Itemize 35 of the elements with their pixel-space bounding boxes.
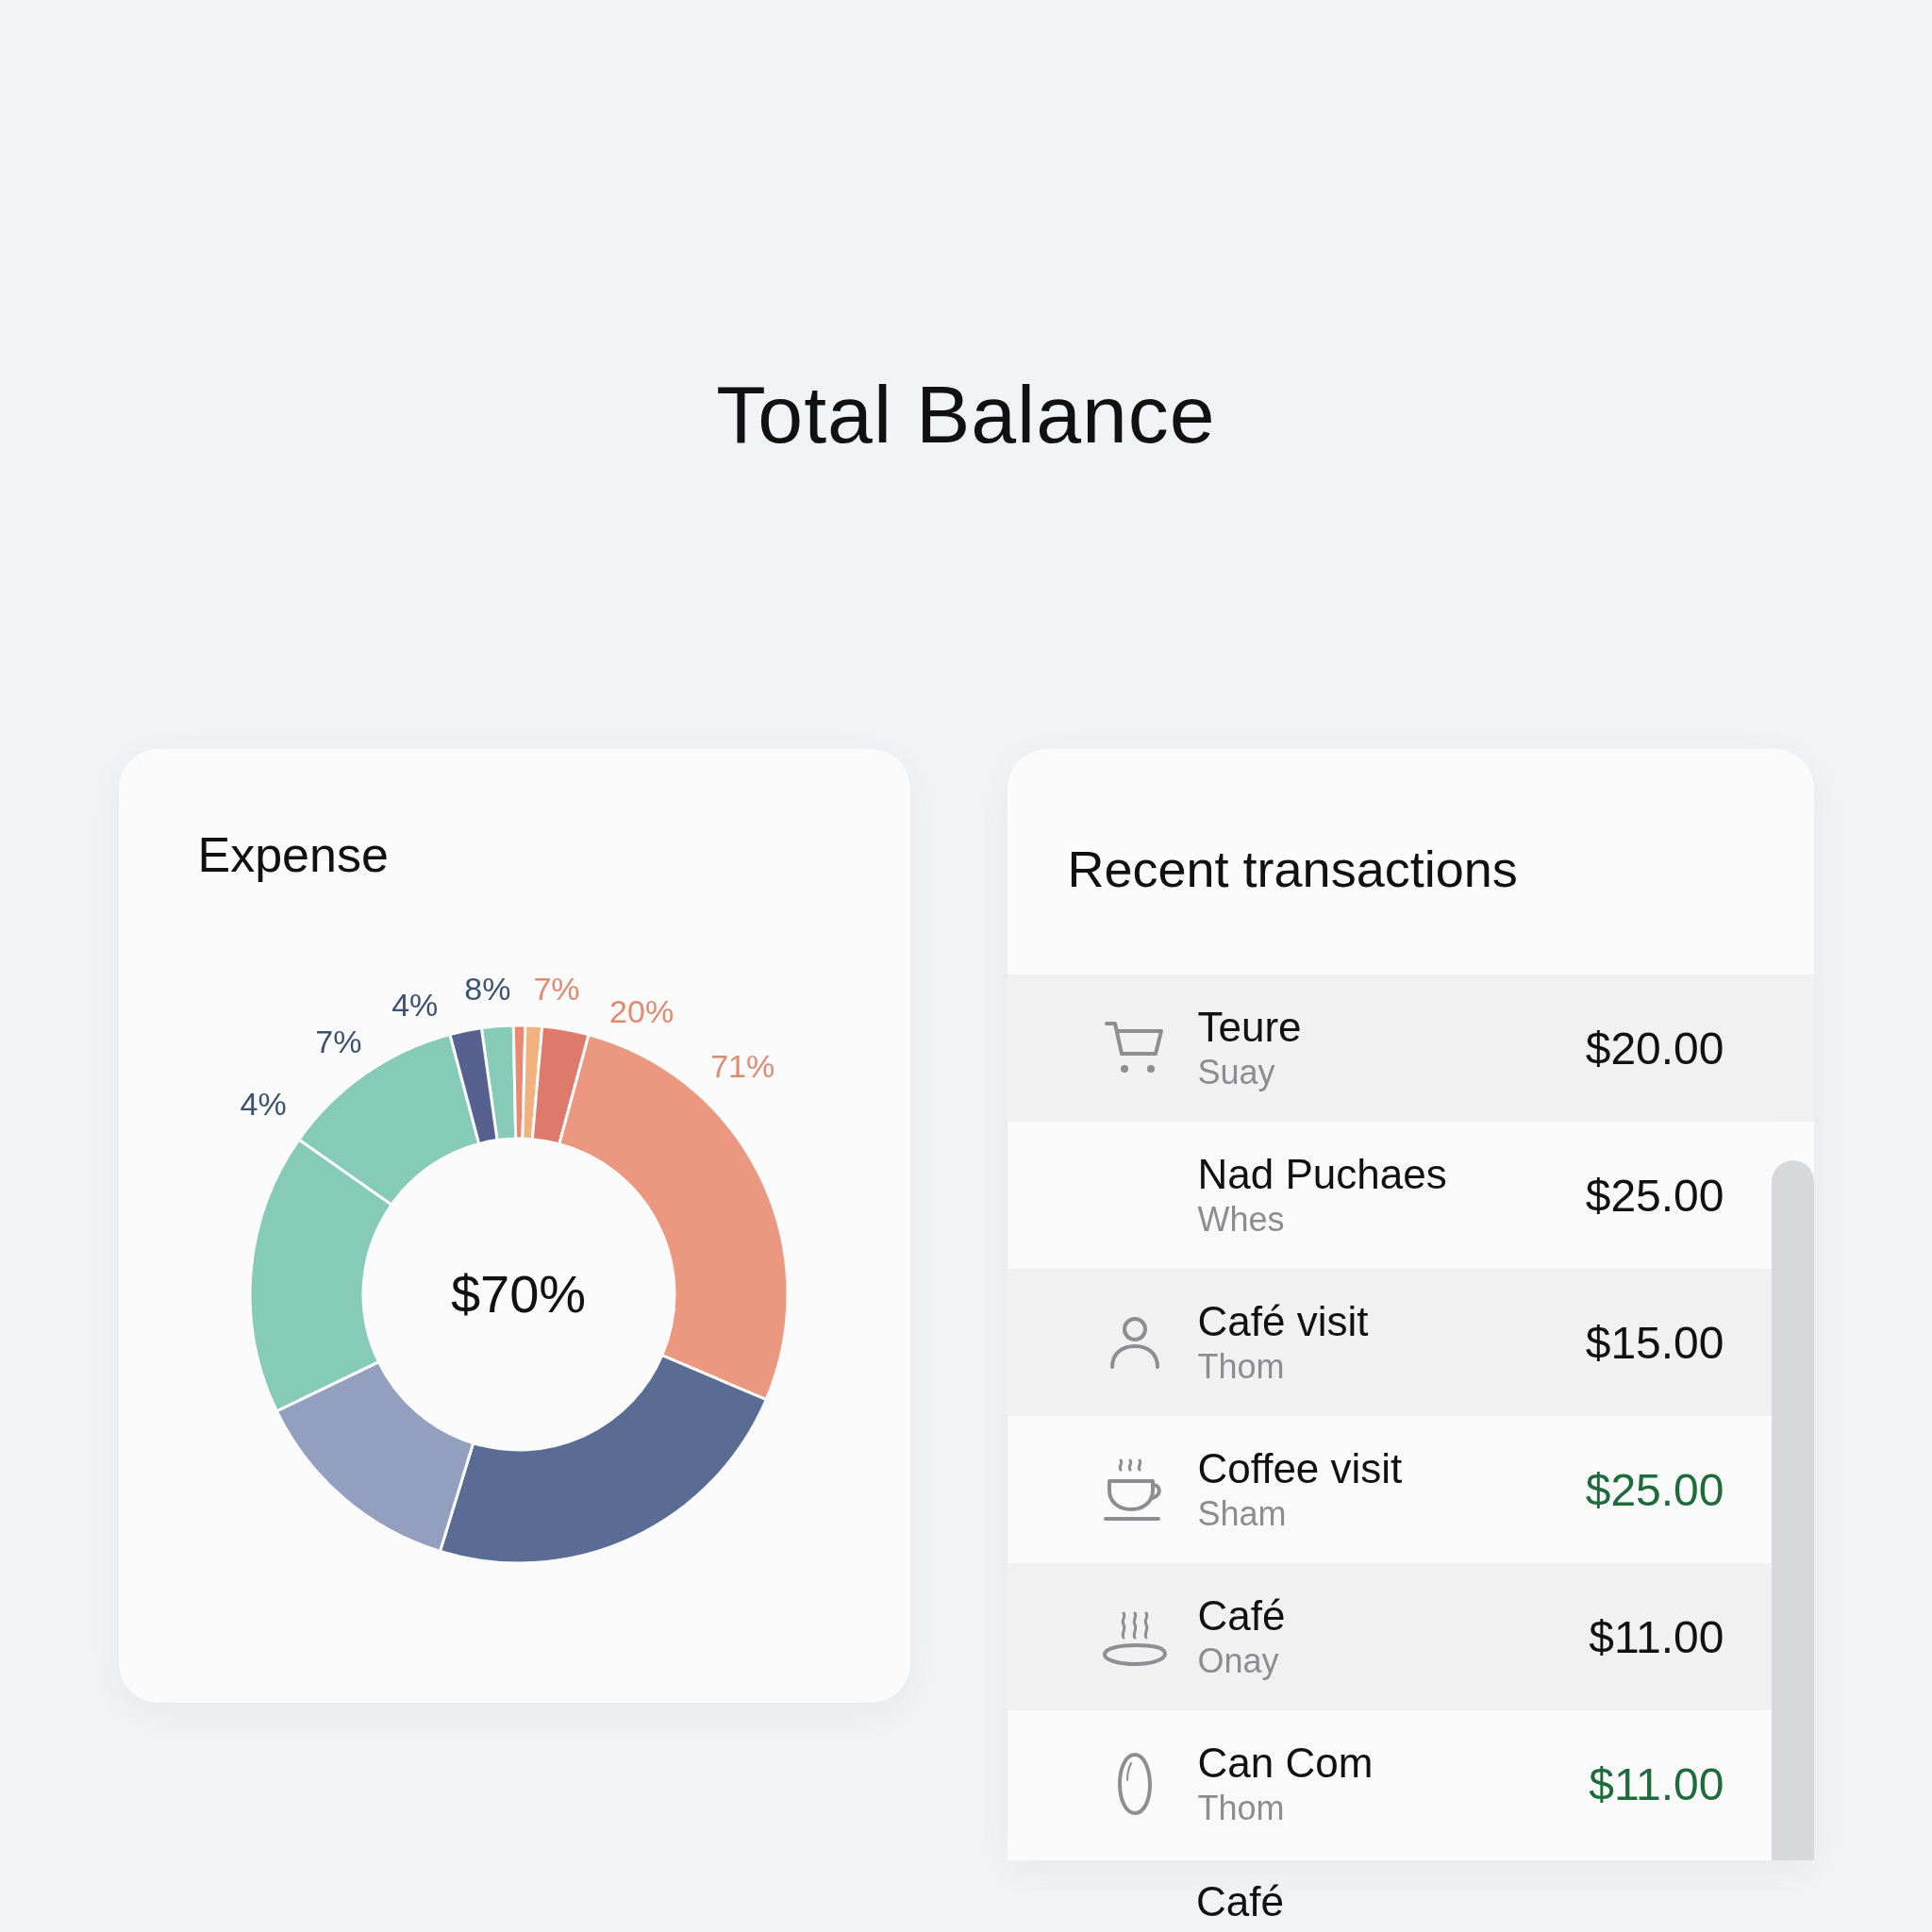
transaction-amount: $11.00: [1589, 1757, 1724, 1810]
chart-label: 4%: [240, 1087, 287, 1120]
transaction-amount: $20.00: [1585, 1022, 1724, 1074]
transaction-row[interactable]: Café Onay $11.00: [1007, 1563, 1772, 1710]
chart-label: 20%: [609, 994, 675, 1027]
chart-center-value: $70%: [450, 1268, 587, 1321]
chart-label: 4%: [391, 989, 439, 1022]
transaction-amount: $11.00: [1589, 1610, 1724, 1663]
transaction-subtitle: Onay: [1197, 1642, 1279, 1680]
transaction-name: Coffee visit: [1197, 1446, 1403, 1492]
person-icon: [1108, 1314, 1161, 1371]
transaction-subtitle: Whes: [1197, 1201, 1285, 1239]
chart-label: 71%: [710, 1050, 775, 1083]
transaction-row[interactable]: Café visit Thom $15.00: [1007, 1269, 1772, 1416]
transaction-name: Café: [1196, 1881, 1284, 1923]
page-title: Total Balance: [716, 374, 1216, 455]
scrollbar[interactable]: [1771, 1160, 1814, 1860]
chart-label: 7%: [533, 973, 580, 1006]
transaction-subtitle: Thom: [1197, 1790, 1285, 1827]
transaction-subtitle: Thom: [1197, 1348, 1285, 1386]
transaction-amount: $15.00: [1585, 1316, 1724, 1369]
transaction-subtitle: Sham: [1197, 1495, 1287, 1533]
card-title: Recent transactions: [1067, 843, 1519, 899]
transaction-row[interactable]: Teure Suay $20.00: [1007, 974, 1814, 1122]
transaction-name: Teure: [1197, 1005, 1302, 1051]
bean-icon: [1115, 1752, 1154, 1816]
transaction-name: Café visit: [1197, 1299, 1369, 1345]
chart-label: 8%: [464, 973, 511, 1006]
transaction-name: Café: [1197, 1593, 1286, 1640]
transaction-name: Nad Puchaes: [1197, 1152, 1447, 1198]
chart-label: 7%: [315, 1025, 362, 1058]
transaction-name: Can Com: [1197, 1740, 1374, 1787]
transaction-subtitle: Suay: [1197, 1054, 1275, 1091]
transaction-amount: $25.00: [1585, 1169, 1724, 1222]
transaction-amount: $25.00: [1585, 1463, 1724, 1516]
